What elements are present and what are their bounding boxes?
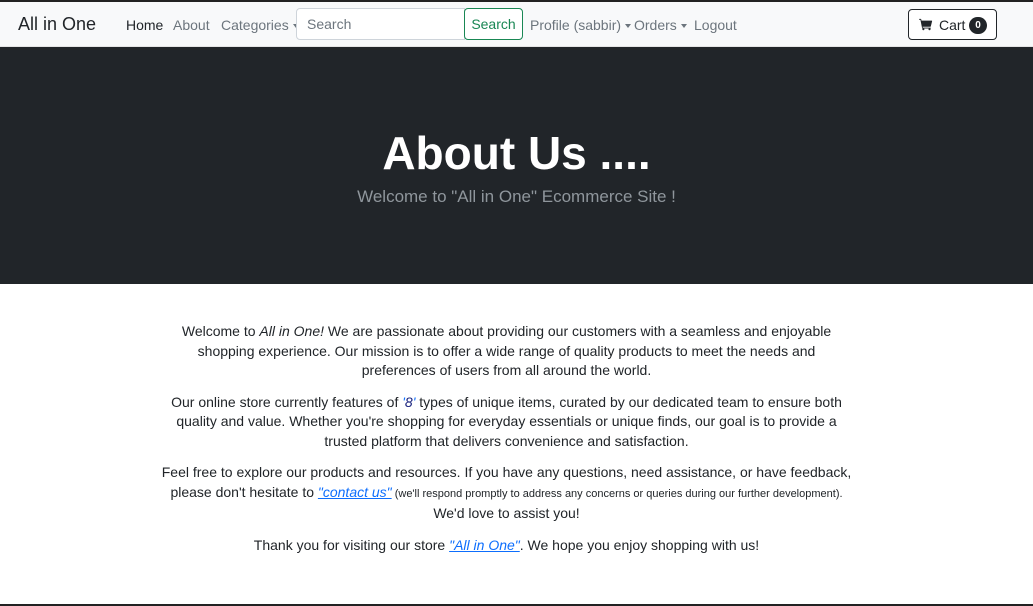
- chevron-down-icon: [625, 24, 632, 28]
- navbar: All in One Home About Categories Search …: [0, 2, 1033, 47]
- thanks-text: Thank you for visiting our store: [253, 536, 450, 553]
- nav-categories-dropdown[interactable]: Categories: [221, 17, 299, 33]
- nav-about[interactable]: About: [173, 17, 210, 33]
- paragraph-features: Our online store currently features of '…: [160, 393, 853, 452]
- about-content: Welcome to All in One! We are passionate…: [160, 322, 853, 567]
- item-count-value: 8: [404, 393, 413, 410]
- nav-orders-label: Orders: [634, 17, 677, 33]
- shopping-cart-icon: [919, 18, 933, 31]
- nav-orders-dropdown[interactable]: Orders: [634, 17, 687, 33]
- search-input[interactable]: [296, 8, 465, 40]
- search-button[interactable]: Search: [464, 8, 523, 40]
- nav-logout[interactable]: Logout: [694, 17, 737, 33]
- paragraph-thanks: Thank you for visiting our store "All in…: [160, 536, 853, 556]
- contact-note: (we'll respond promptly to address any c…: [391, 487, 843, 500]
- thanks-text-rest: . We hope you enjoy shopping with us!: [519, 536, 760, 553]
- intro-text: Welcome to: [181, 323, 260, 339]
- nav-profile-dropdown[interactable]: Profile (sabbir): [530, 17, 632, 33]
- chevron-down-icon: [680, 24, 687, 28]
- contact-us-link[interactable]: "contact us": [318, 484, 392, 500]
- features-text: Our online store currently features of: [171, 393, 403, 410]
- cart-count-badge: 0: [969, 17, 987, 34]
- nav-home[interactable]: Home: [126, 17, 163, 33]
- paragraph-contact: Feel free to explore our products and re…: [160, 463, 853, 524]
- cart-label: Cart: [939, 17, 966, 33]
- nav-categories-label: Categories: [221, 17, 289, 33]
- cart-button[interactable]: Cart 0: [908, 9, 997, 40]
- store-name: All in One!: [259, 323, 324, 339]
- hero-banner: About Us .... Welcome to "All in One" Ec…: [0, 47, 1033, 284]
- nav-profile-label: Profile (sabbir): [530, 17, 622, 33]
- brand-logo[interactable]: All in One: [18, 14, 96, 35]
- page-subtitle: Welcome to "All in One" Ecommerce Site !: [357, 187, 676, 206]
- paragraph-intro: Welcome to All in One! We are passionate…: [160, 322, 853, 381]
- contact-text-rest: We'd love to assist you!: [433, 505, 580, 521]
- page-title: About Us ....: [382, 127, 651, 179]
- item-count: '8': [402, 394, 415, 410]
- store-link[interactable]: "All in One": [449, 537, 520, 553]
